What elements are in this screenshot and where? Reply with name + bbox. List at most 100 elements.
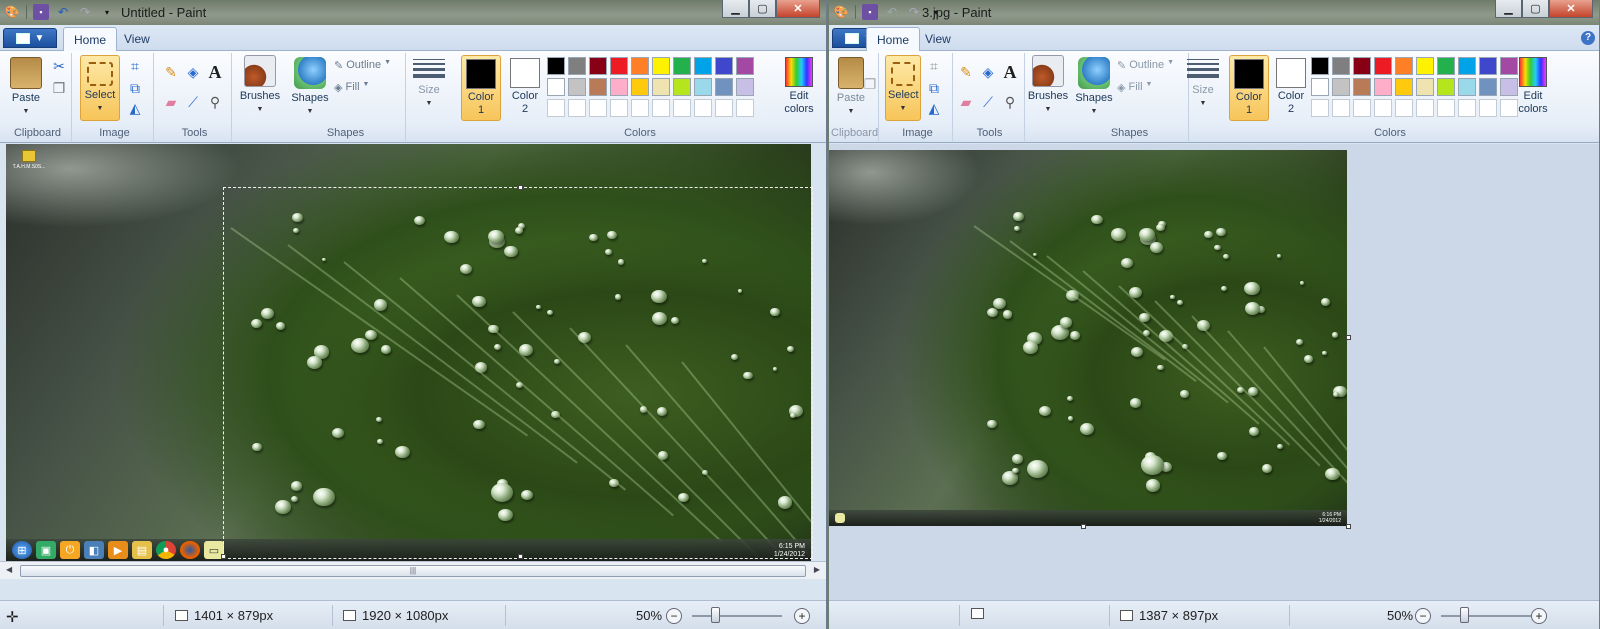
size-button[interactable]: Size ▼	[410, 53, 448, 110]
selection-handle[interactable]	[518, 554, 523, 559]
palette-swatch[interactable]	[673, 99, 691, 117]
palette-swatch[interactable]	[1374, 57, 1392, 75]
palette-swatch[interactable]	[736, 99, 754, 117]
selection-rectangle[interactable]	[221, 185, 813, 559]
palette-swatch[interactable]	[1374, 99, 1392, 117]
zoom-out-button[interactable]: −	[1415, 608, 1431, 624]
palette-swatch[interactable]	[1479, 57, 1497, 75]
palette-swatch[interactable]	[1479, 78, 1497, 96]
zoom-slider-track[interactable]	[692, 615, 782, 617]
scroll-right-icon[interactable]: ▶	[814, 565, 820, 574]
palette-swatch[interactable]	[568, 57, 586, 75]
palette-swatch[interactable]	[631, 57, 649, 75]
brushes-button[interactable]: Brushes ▼	[1027, 53, 1069, 116]
zoom-slider-thumb[interactable]	[711, 607, 720, 623]
crop-icon[interactable]: ⌗	[126, 57, 144, 75]
paint-menu-button[interactable]: ▼	[3, 28, 57, 48]
color-1-button[interactable]: Color 1	[461, 55, 501, 121]
help-icon[interactable]: ?	[1581, 31, 1595, 45]
palette-swatch[interactable]	[652, 78, 670, 96]
rotate-icon[interactable]: ◭	[126, 99, 144, 117]
zoom-in-button[interactable]: +	[1531, 608, 1547, 624]
resize-icon[interactable]: ⧉	[925, 79, 943, 97]
palette-swatch[interactable]	[568, 78, 586, 96]
color-picker-icon[interactable]: ⟋	[979, 93, 997, 111]
palette-swatch[interactable]	[736, 78, 754, 96]
eraser-icon[interactable]: ▰	[162, 93, 180, 111]
title-bar[interactable]: 🎨 ▪ ↶ ↷ ▾ 3.jpg - Paint ▁ ▢ ✕	[829, 0, 1599, 25]
palette-swatch[interactable]	[1395, 78, 1413, 96]
palette-swatch[interactable]	[631, 78, 649, 96]
palette-swatch[interactable]	[1353, 99, 1371, 117]
selection-handle[interactable]	[221, 554, 226, 559]
magnifier-icon[interactable]: ⚲	[1001, 93, 1019, 111]
paint-app-icon[interactable]: 🎨	[833, 4, 849, 20]
palette-swatch[interactable]	[631, 99, 649, 117]
palette-swatch[interactable]	[1332, 99, 1350, 117]
edit-colors-button[interactable]: Edit colors	[781, 55, 817, 116]
fill-bucket-icon[interactable]: ◈	[184, 63, 202, 81]
palette-swatch[interactable]	[610, 57, 628, 75]
palette-swatch[interactable]	[694, 99, 712, 117]
minimize-button[interactable]: ▁	[1495, 0, 1522, 18]
palette-swatch[interactable]	[1311, 78, 1329, 96]
palette-swatch[interactable]	[1416, 78, 1434, 96]
cut-icon[interactable]: ✂	[50, 57, 68, 75]
palette-swatch[interactable]	[1374, 78, 1392, 96]
pencil-icon[interactable]: ✎	[957, 63, 975, 81]
brushes-button[interactable]: Brushes ▼	[238, 53, 282, 116]
palette-swatch[interactable]	[1479, 99, 1497, 117]
palette-swatch[interactable]	[568, 99, 586, 117]
save-icon[interactable]: ▪	[862, 4, 878, 20]
resize-handle-right[interactable]	[1346, 335, 1351, 340]
palette-swatch[interactable]	[1353, 57, 1371, 75]
palette-swatch[interactable]	[715, 57, 733, 75]
paint-app-icon[interactable]: 🎨	[4, 4, 20, 20]
palette-swatch[interactable]	[589, 99, 607, 117]
palette-swatch[interactable]	[1458, 78, 1476, 96]
color-picker-icon[interactable]: ⟋	[184, 93, 202, 111]
pencil-icon[interactable]: ✎	[162, 63, 180, 81]
palette-swatch[interactable]	[694, 57, 712, 75]
select-button[interactable]: Select ▼	[885, 55, 921, 121]
redo-icon[interactable]: ↷	[77, 4, 93, 20]
palette-swatch[interactable]	[1395, 99, 1413, 117]
palette-swatch[interactable]	[610, 99, 628, 117]
tab-view[interactable]: View	[915, 27, 961, 51]
maximize-button[interactable]: ▢	[749, 0, 776, 18]
resize-icon[interactable]: ⧉	[126, 79, 144, 97]
minimize-button[interactable]: ▁	[722, 0, 749, 18]
palette-swatch[interactable]	[1332, 78, 1350, 96]
canvas-area[interactable]: T.A.H.M.S0S... ⊞ ▣ ⏻ ◧ ▶ ▤ ● ▭ 6:15 PM 1/…	[0, 144, 826, 561]
size-button[interactable]: Size ▼	[1184, 53, 1222, 110]
resize-handle-bottom[interactable]	[1081, 524, 1086, 529]
close-button[interactable]: ✕	[776, 0, 820, 18]
text-tool-icon[interactable]: A	[1001, 62, 1019, 82]
copy-icon[interactable]: ❐	[861, 75, 879, 93]
palette-swatch[interactable]	[652, 57, 670, 75]
palette-swatch[interactable]	[1416, 99, 1434, 117]
palette-swatch[interactable]	[1311, 57, 1329, 75]
undo-icon[interactable]: ↶	[55, 4, 71, 20]
edit-colors-button[interactable]: Edit colors	[1515, 55, 1551, 116]
scroll-thumb[interactable]: |||	[20, 565, 806, 577]
maximize-button[interactable]: ▢	[1522, 0, 1549, 18]
rotate-icon[interactable]: ◭	[925, 99, 943, 117]
crop-icon[interactable]: ⌗	[925, 57, 943, 75]
fill-button[interactable]: ◈ Fill ▼	[334, 81, 369, 94]
horizontal-scrollbar[interactable]: ◀ ||| ▶	[0, 561, 826, 579]
palette-swatch[interactable]	[715, 78, 733, 96]
zoom-out-button[interactable]: −	[666, 608, 682, 624]
palette-swatch[interactable]	[1458, 57, 1476, 75]
palette-swatch[interactable]	[547, 57, 565, 75]
palette-swatch[interactable]	[715, 99, 733, 117]
palette-swatch[interactable]	[610, 78, 628, 96]
color-2-button[interactable]: Color 2	[1271, 55, 1311, 121]
palette-swatch[interactable]	[673, 57, 691, 75]
resize-handle-corner[interactable]	[1346, 524, 1351, 529]
copy-icon[interactable]: ❐	[50, 79, 68, 97]
palette-swatch[interactable]	[547, 78, 565, 96]
title-bar[interactable]: 🎨 ▪ ↶ ↷ ▾ Untitled - Paint ▁ ▢ ✕	[0, 0, 826, 25]
shapes-button[interactable]: Shapes ▼	[1073, 55, 1115, 118]
eraser-icon[interactable]: ▰	[957, 93, 975, 111]
